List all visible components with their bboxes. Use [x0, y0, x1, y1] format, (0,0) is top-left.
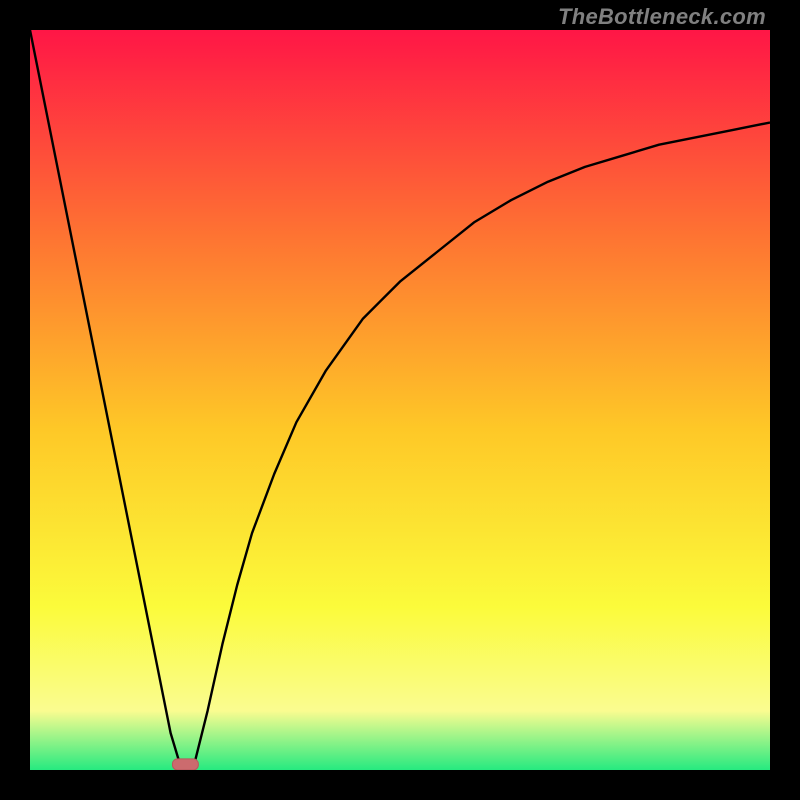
chart-svg [30, 30, 770, 770]
chart-frame: TheBottleneck.com [0, 0, 800, 800]
plot-area [30, 30, 770, 770]
gradient-background [30, 30, 770, 770]
watermark-text: TheBottleneck.com [558, 4, 766, 30]
optimum-marker [172, 759, 198, 770]
